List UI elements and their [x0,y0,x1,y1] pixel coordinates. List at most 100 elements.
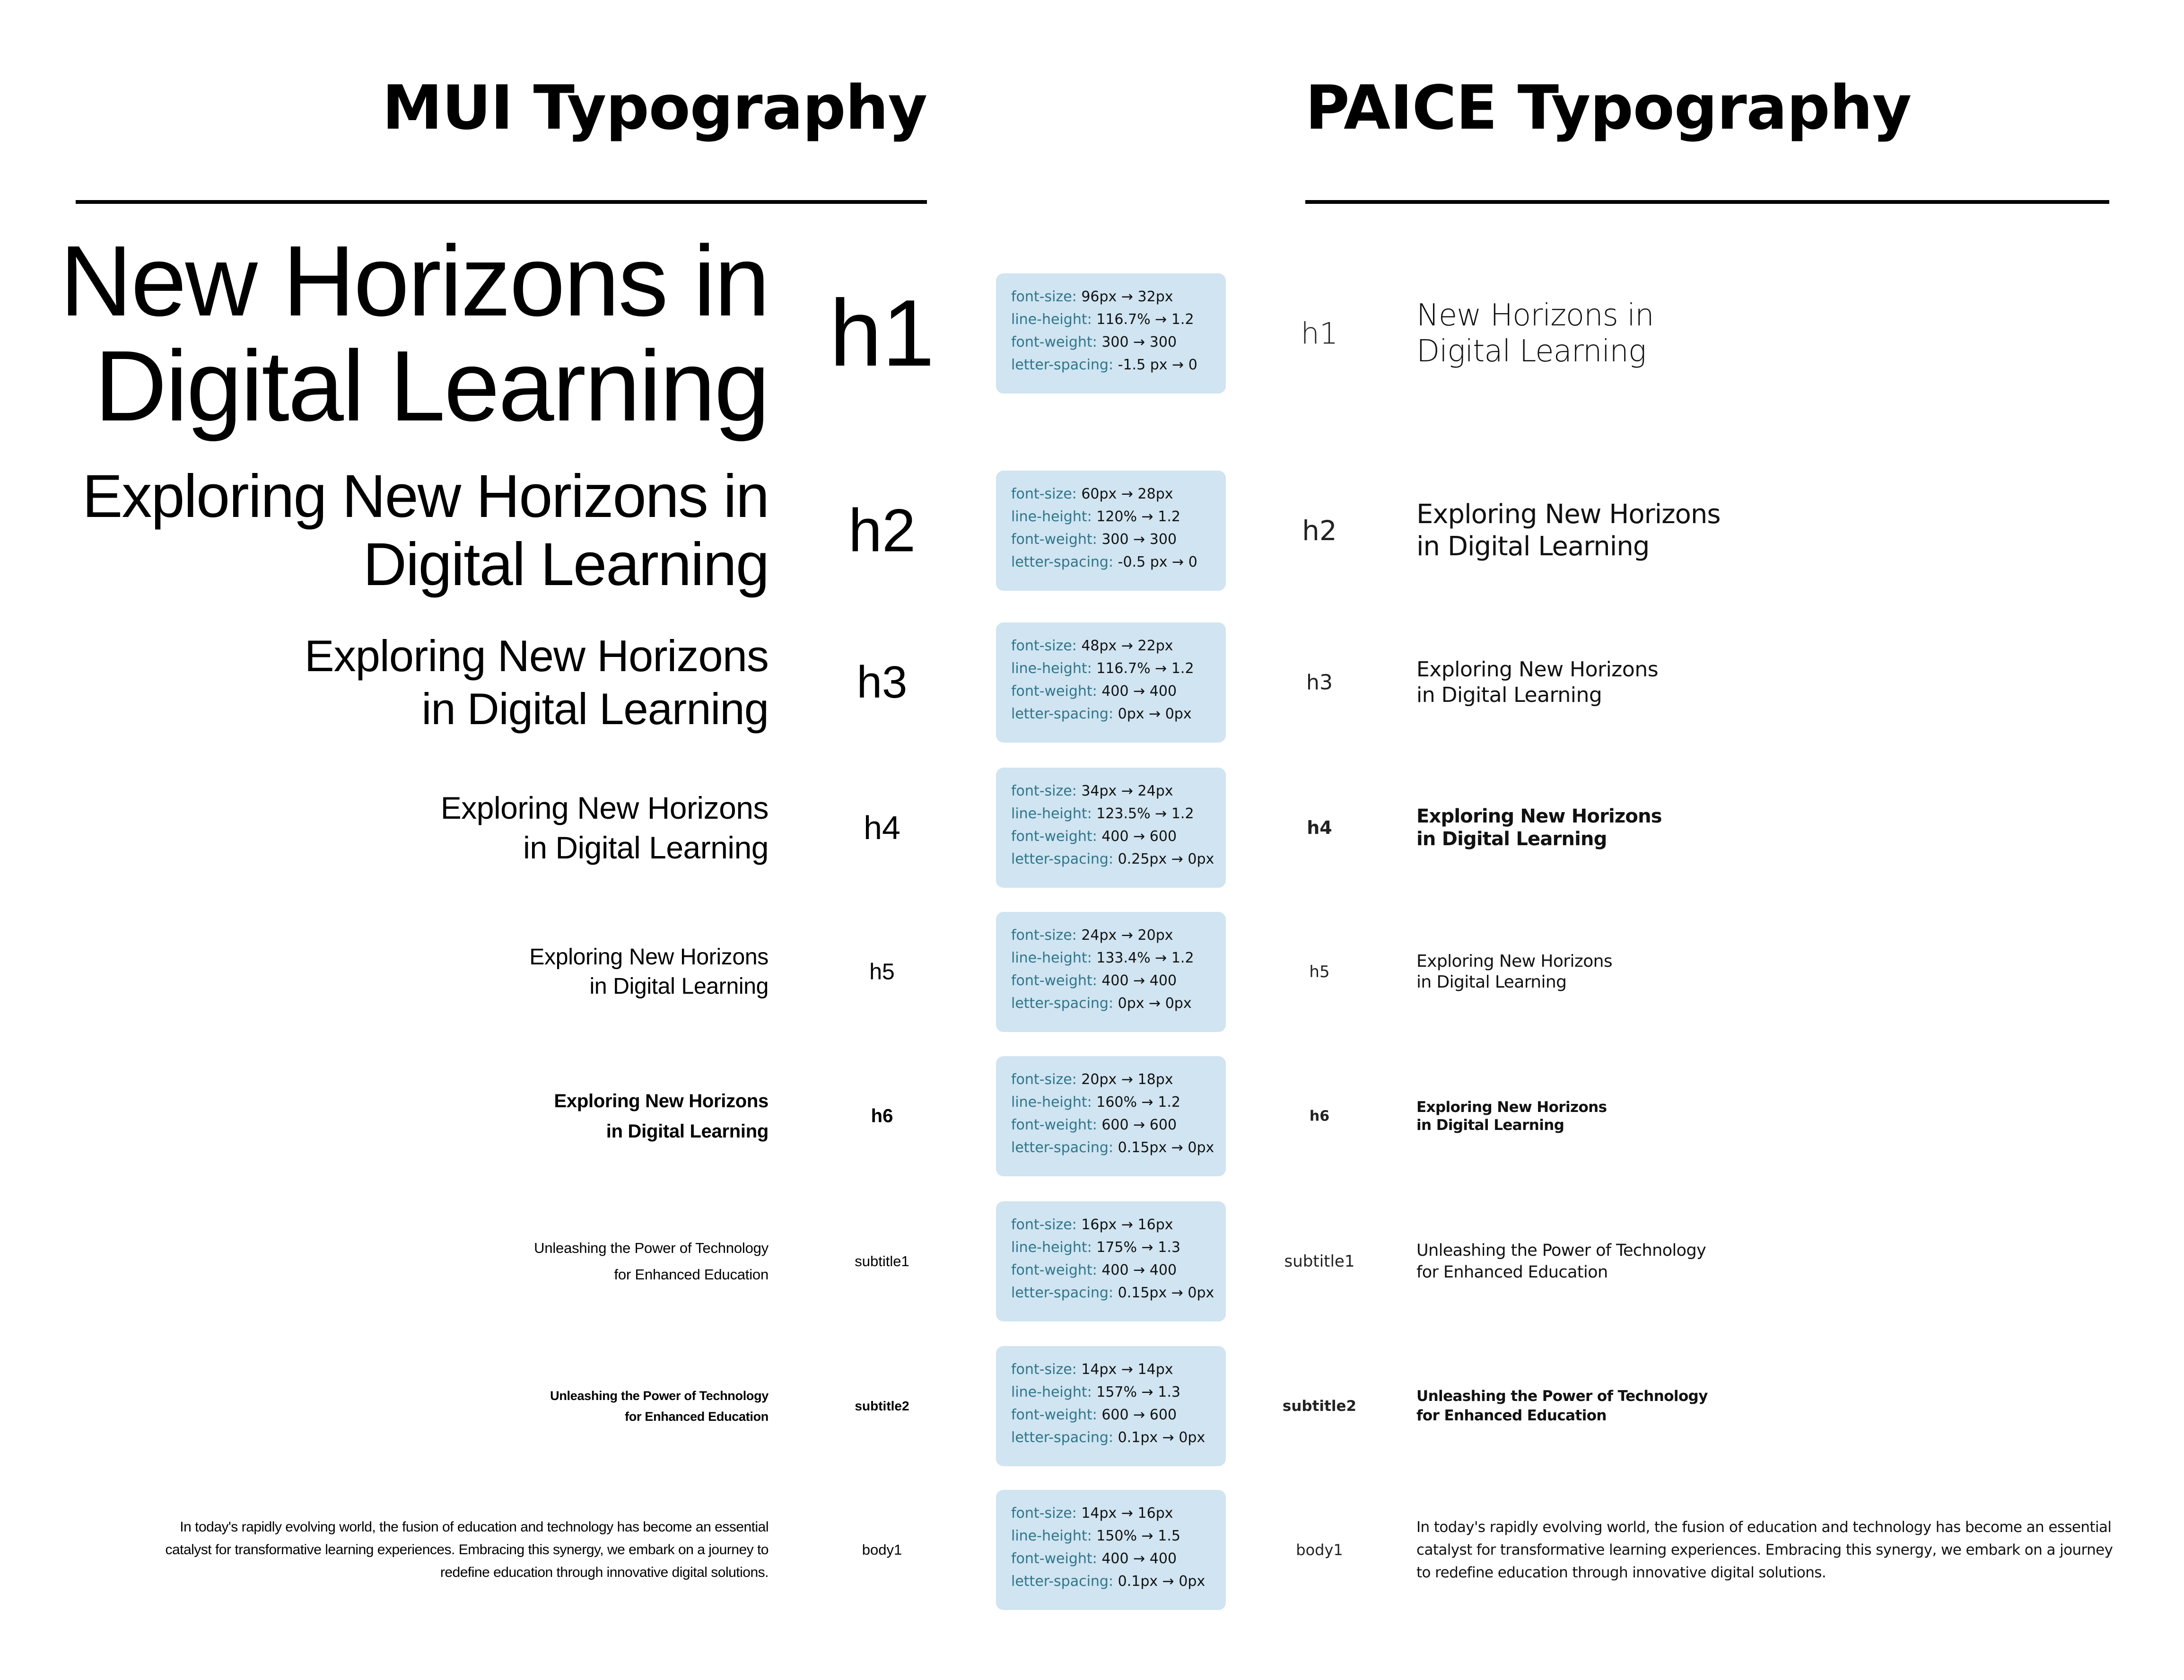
mui-sample-h3: Exploring New Horizons in Digital Learni… [305,630,769,735]
spec-letter-spacing: letter-spacing: -0.5 px → 0 [1011,554,1197,570]
spec-box-subtitle2: font-size: 14px → 14px line-height: 157%… [996,1346,1226,1466]
mui-variant-label-body1: body1 [862,1541,902,1558]
mui-sample-h5: Exploring New Horizons in Digital Learni… [529,943,769,1001]
paice-variant-label-h6: h6 [1309,1108,1330,1125]
sample-line: catalyst for transformative learning exp… [1416,1541,2113,1558]
mui-sample-subtitle2: Unleashing the Power of Technology for E… [550,1385,769,1427]
sample-line: Exploring New Horizons [304,631,769,681]
spec-line-height: line-height: 133.4% → 1.2 [1011,950,1194,966]
sample-line: Exploring New Horizons [1416,1099,1607,1116]
spec-font-weight: font-weight: 400 → 400 [1011,683,1177,700]
mui-sample-body1: In today's rapidly evolving world, the f… [165,1516,769,1584]
spec-font-size: font-size: 24px → 20px [1011,927,1173,944]
paice-sample-h5: Exploring New Horizons in Digital Learni… [1416,951,1613,993]
spec-font-size: font-size: 96px → 32px [1011,289,1173,305]
spec-letter-spacing: letter-spacing: 0.15px → 0px [1011,1139,1214,1156]
mui-variant-label-h3: h3 [856,657,908,708]
sample-line: In today's rapidly evolving world, the f… [180,1519,769,1535]
spec-font-size: font-size: 14px → 14px [1011,1361,1173,1378]
spec-box-h5: font-size: 24px → 20px line-height: 133.… [996,912,1226,1032]
spec-font-size: font-size: 60px → 28px [1011,486,1173,502]
spec-font-weight: font-weight: 400 → 400 [1011,1262,1177,1278]
sample-line: New Horizons in [60,225,770,337]
sample-line: In today's rapidly evolving world, the f… [1416,1519,2112,1536]
sample-line: catalyst for transformative learning exp… [165,1542,769,1558]
sample-line: in Digital Learning [1416,972,1567,992]
spec-font-weight: font-weight: 400 → 400 [1011,972,1177,989]
sample-line: for Enhanced Education [614,1266,769,1283]
sample-line: Exploring New Horizons in [82,463,769,530]
sample-line: Unleashing the Power of Technology [550,1389,769,1403]
sample-line: for Enhanced Education [1416,1263,1608,1282]
spec-box-subtitle1: font-size: 16px → 16px line-height: 175%… [996,1201,1226,1321]
paice-sample-h3: Exploring New Horizons in Digital Learni… [1416,657,1659,708]
paice-variant-label-body1: body1 [1296,1541,1343,1559]
paice-title-divider [1305,200,2109,204]
spec-letter-spacing: letter-spacing: 0px → 0px [1011,995,1192,1012]
sample-line: Digital Learning [94,330,770,442]
paice-variant-label-h1: h1 [1301,316,1338,351]
sample-line: Exploring New Horizons [1416,805,1662,827]
sample-line: Exploring New Horizons [1416,657,1659,682]
spec-font-size: font-size: 20px → 18px [1011,1071,1173,1088]
spec-box-h6: font-size: 20px → 18px line-height: 160%… [996,1056,1226,1176]
paice-typography-title: PAICE Typography [1305,73,1912,143]
spec-font-weight: font-weight: 300 → 300 [1011,334,1177,350]
sample-line: in Digital Learning [421,684,769,734]
spec-line-height: line-height: 150% → 1.5 [1011,1528,1180,1544]
sample-line: Exploring New Horizons [554,1091,769,1111]
paice-sample-h1: New Horizons in Digital Learning [1416,298,1654,369]
sample-line: in Digital Learning [1416,531,1650,562]
spec-font-size: font-size: 34px → 24px [1011,783,1173,799]
spec-line-height: line-height: 175% → 1.3 [1011,1239,1180,1256]
sample-line: Exploring New Horizons [1416,499,1721,530]
sample-line: in Digital Learning [1416,1117,1564,1134]
mui-variant-label-h6: h6 [871,1105,893,1127]
sample-line: in Digital Learning [1416,683,1602,707]
paice-variant-label-subtitle2: subtitle2 [1282,1398,1357,1415]
mui-title-divider [76,200,927,204]
sample-line: in Digital Learning [523,830,769,865]
paice-variant-label-subtitle1: subtitle1 [1284,1252,1355,1271]
mui-sample-h2: Exploring New Horizons in Digital Learni… [82,463,769,599]
spec-font-weight: font-weight: 400 → 400 [1011,1550,1177,1567]
mui-sample-h4: Exploring New Horizons in Digital Learni… [441,788,769,867]
spec-font-weight: font-weight: 600 → 600 [1011,1407,1177,1423]
mui-sample-subtitle1: Unleashing the Power of Technology for E… [534,1235,769,1288]
mui-variant-label-h1: h1 [829,280,935,386]
spec-letter-spacing: letter-spacing: -1.5 px → 0 [1011,357,1197,373]
mui-variant-label-subtitle2: subtitle2 [855,1399,909,1413]
sample-line: Unleashing the Power of Technology [1416,1241,1706,1260]
spec-letter-spacing: letter-spacing: 0.1px → 0px [1011,1573,1206,1590]
sample-line: Unleashing the Power of Technology [534,1240,769,1256]
spec-box-h2: font-size: 60px → 28px line-height: 120%… [996,471,1226,591]
mui-variant-label-h4: h4 [864,809,900,846]
paice-sample-subtitle1: Unleashing the Power of Technology for E… [1416,1240,1706,1283]
mui-sample-h1: New Horizons in Digital Learning [60,225,770,442]
spec-font-weight: font-weight: 300 → 300 [1011,531,1177,548]
sample-line: in Digital Learning [589,974,769,999]
paice-sample-subtitle2: Unleashing the Power of Technology for E… [1416,1387,1708,1426]
spec-letter-spacing: letter-spacing: 0.1px → 0px [1011,1429,1206,1446]
paice-sample-h4: Exploring New Horizons in Digital Learni… [1416,805,1662,850]
spec-line-height: line-height: 116.7% → 1.2 [1011,660,1194,677]
sample-line: Digital Learning [1416,334,1646,369]
spec-box-h1: font-size: 96px → 32px line-height: 116.… [996,273,1226,394]
spec-font-size: font-size: 16px → 16px [1011,1216,1173,1233]
spec-letter-spacing: letter-spacing: 0px → 0px [1011,706,1192,722]
mui-variant-label-subtitle1: subtitle1 [855,1253,909,1269]
mui-typography-title: MUI Typography [382,73,927,143]
spec-font-weight: font-weight: 600 → 600 [1011,1117,1177,1133]
paice-variant-label-h3: h3 [1306,670,1333,695]
sample-line: Exploring New Horizons [529,945,769,970]
sample-line: in Digital Learning [1416,828,1607,850]
sample-line: Exploring New Horizons [440,790,769,825]
sample-line: for Enhanced Education [625,1409,769,1424]
spec-letter-spacing: letter-spacing: 0.15px → 0px [1011,1285,1214,1301]
sample-line: for Enhanced Education [1416,1407,1607,1424]
spec-font-weight: font-weight: 400 → 600 [1011,828,1177,845]
mui-sample-h6: Exploring New Horizons in Digital Learni… [554,1086,769,1146]
spec-line-height: line-height: 123.5% → 1.2 [1011,805,1194,822]
spec-line-height: line-height: 157% → 1.3 [1011,1384,1180,1400]
spec-box-h4: font-size: 34px → 24px line-height: 123.… [996,768,1226,888]
